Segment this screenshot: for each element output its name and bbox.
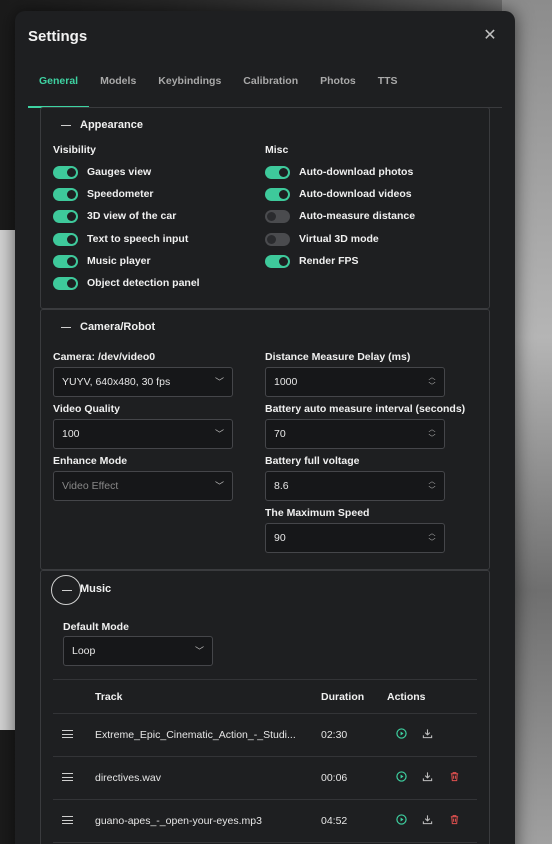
tab-tts[interactable]: TTS bbox=[367, 71, 409, 108]
toggle-switch[interactable] bbox=[265, 254, 290, 268]
column-duration[interactable]: Duration bbox=[321, 679, 387, 714]
toggle-virtual-3d-mode[interactable]: Virtual 3D mode bbox=[265, 231, 379, 247]
toggle-switch[interactable] bbox=[53, 254, 78, 268]
track-duration: 02:30 bbox=[321, 713, 387, 757]
visibility-title: Visibility bbox=[53, 144, 96, 156]
stepper-icon[interactable]: ︿ ﹀ bbox=[428, 425, 436, 443]
dialog-title: Settings bbox=[28, 28, 88, 45]
music-title: Music bbox=[80, 583, 112, 595]
play-icon[interactable] bbox=[394, 771, 408, 785]
table-row: directives.wav 00:06 bbox=[53, 756, 477, 800]
toggle-object-detection[interactable]: Object detection panel bbox=[53, 275, 200, 291]
settings-dialog: Settings ✕ General Models Keybindings Ca… bbox=[15, 11, 515, 844]
stepper-icon[interactable]: ︿ ﹀ bbox=[428, 373, 436, 391]
download-icon[interactable] bbox=[421, 728, 435, 742]
toggle-switch[interactable] bbox=[53, 232, 78, 246]
tracks-table: Track Duration Actions Extreme_Epic_Cine… bbox=[53, 679, 477, 843]
stepper-icon[interactable]: ︿ ﹀ bbox=[428, 477, 436, 495]
battery-voltage-label: Battery full voltage bbox=[265, 455, 360, 467]
column-actions: Actions bbox=[387, 679, 477, 714]
misc-title: Misc bbox=[265, 144, 289, 156]
collapse-icon bbox=[61, 124, 71, 126]
camera-robot-title: Camera/Robot bbox=[80, 321, 156, 333]
tab-calibration[interactable]: Calibration bbox=[232, 71, 309, 108]
music-panel: Music Default Mode Loop ﹀ Track Duration… bbox=[40, 570, 490, 844]
column-track[interactable]: Track bbox=[95, 679, 321, 714]
chevron-down-icon: ﹀ bbox=[214, 481, 224, 491]
chevron-down-icon: ﹀ bbox=[214, 429, 224, 439]
download-icon[interactable] bbox=[421, 814, 435, 828]
download-icon[interactable] bbox=[421, 771, 435, 785]
collapse-button[interactable] bbox=[51, 575, 81, 605]
battery-voltage-input[interactable]: 8.6 ︿ ﹀ bbox=[265, 471, 445, 501]
distance-delay-label: Distance Measure Delay (ms) bbox=[265, 351, 411, 363]
trash-icon[interactable] bbox=[448, 771, 462, 785]
track-duration: 04:52 bbox=[321, 799, 387, 843]
drag-handle-icon[interactable] bbox=[62, 773, 73, 781]
toggle-3d-view[interactable]: 3D view of the car bbox=[53, 208, 176, 224]
camera-robot-panel: Camera/Robot Camera: /dev/video0 YUYV, 6… bbox=[40, 309, 490, 570]
video-quality-select[interactable]: 100 ﹀ bbox=[53, 419, 233, 449]
enhance-mode-select[interactable]: Video Effect ﹀ bbox=[53, 471, 233, 501]
table-row: Extreme_Epic_Cinematic_Action_-_Studi...… bbox=[53, 713, 477, 757]
toggle-switch[interactable] bbox=[53, 187, 78, 201]
toggle-switch[interactable] bbox=[265, 209, 290, 223]
toggle-switch[interactable] bbox=[265, 187, 290, 201]
default-mode-select[interactable]: Loop ﹀ bbox=[63, 636, 213, 666]
collapse-icon bbox=[61, 326, 71, 328]
camera-select[interactable]: YUYV, 640x480, 30 fps ﹀ bbox=[53, 367, 233, 397]
chevron-down-icon: ﹀ bbox=[214, 377, 224, 387]
battery-interval-label: Battery auto measure interval (seconds) bbox=[265, 403, 466, 415]
toggle-switch[interactable] bbox=[53, 165, 78, 179]
distance-delay-input[interactable]: 1000 ︿ ﹀ bbox=[265, 367, 445, 397]
video-quality-label: Video Quality bbox=[53, 403, 120, 415]
toggle-speedometer[interactable]: Speedometer bbox=[53, 186, 154, 202]
toggle-switch[interactable] bbox=[265, 232, 290, 246]
toggle-music-player[interactable]: Music player bbox=[53, 253, 151, 269]
stepper-icon[interactable]: ︿ ﹀ bbox=[428, 529, 436, 547]
track-duration: 00:06 bbox=[321, 756, 387, 800]
appearance-panel: Appearance Visibility Gauges view Speedo… bbox=[40, 107, 490, 309]
tab-photos[interactable]: Photos bbox=[309, 71, 367, 108]
track-name: directives.wav bbox=[95, 756, 321, 800]
toggle-gauges-view[interactable]: Gauges view bbox=[53, 164, 151, 180]
max-speed-input[interactable]: 90 ︿ ﹀ bbox=[265, 523, 445, 553]
tab-models[interactable]: Models bbox=[89, 71, 147, 108]
camera-robot-header[interactable]: Camera/Robot bbox=[61, 321, 155, 333]
toggle-switch[interactable] bbox=[53, 276, 78, 290]
battery-interval-input[interactable]: 70 ︿ ﹀ bbox=[265, 419, 445, 449]
chevron-down-icon: ﹀ bbox=[194, 646, 204, 656]
toggle-auto-download-videos[interactable]: Auto-download videos bbox=[265, 186, 412, 202]
track-name: guano-apes_-_open-your-eyes.mp3 bbox=[95, 799, 321, 843]
drag-handle-icon[interactable] bbox=[62, 816, 73, 824]
toggle-auto-measure-distance[interactable]: Auto-measure distance bbox=[265, 208, 415, 224]
tab-general[interactable]: General bbox=[28, 71, 90, 108]
appearance-title: Appearance bbox=[80, 119, 143, 131]
toggle-switch[interactable] bbox=[265, 165, 290, 179]
max-speed-label: The Maximum Speed bbox=[265, 507, 370, 519]
toggle-switch[interactable] bbox=[53, 209, 78, 223]
tab-keybindings[interactable]: Keybindings bbox=[147, 71, 232, 108]
close-icon[interactable]: ✕ bbox=[483, 28, 497, 44]
trash-icon[interactable] bbox=[448, 814, 462, 828]
tab-bar: General Models Keybindings Calibration P… bbox=[28, 71, 502, 108]
collapse-icon bbox=[62, 590, 72, 591]
table-row: guano-apes_-_open-your-eyes.mp3 04:52 bbox=[53, 799, 477, 843]
toggle-render-fps[interactable]: Render FPS bbox=[265, 253, 359, 269]
toggle-auto-download-photos[interactable]: Auto-download photos bbox=[265, 164, 413, 180]
drag-handle-icon[interactable] bbox=[62, 730, 73, 738]
toggle-tts-input[interactable]: Text to speech input bbox=[53, 231, 188, 247]
enhance-mode-label: Enhance Mode bbox=[53, 455, 128, 467]
appearance-header[interactable]: Appearance bbox=[61, 119, 143, 131]
camera-label: Camera: /dev/video0 bbox=[53, 351, 156, 363]
play-icon[interactable] bbox=[394, 814, 408, 828]
track-name: Extreme_Epic_Cinematic_Action_-_Studi... bbox=[95, 713, 321, 757]
default-mode-label: Default Mode bbox=[63, 621, 129, 633]
play-icon[interactable] bbox=[394, 728, 408, 742]
